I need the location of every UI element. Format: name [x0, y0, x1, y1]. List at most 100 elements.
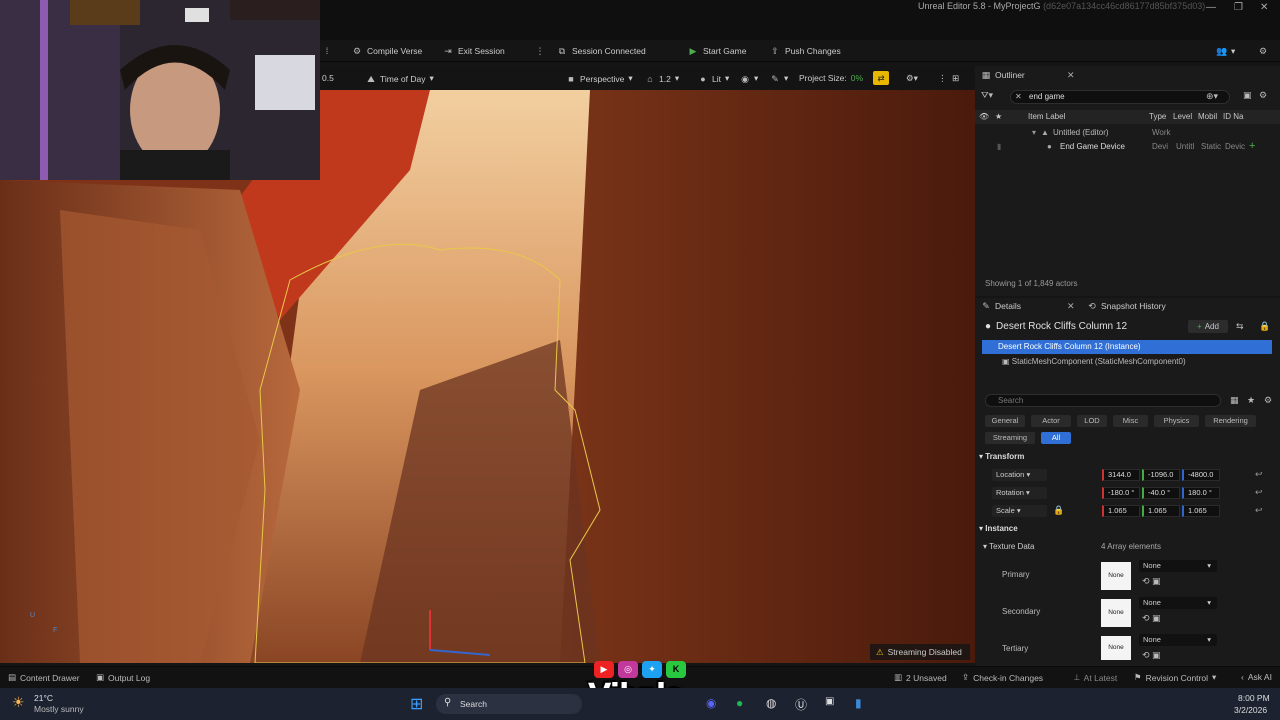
browse-icon[interactable]: ⟲ ▣ — [1142, 576, 1161, 587]
filter-physics[interactable]: Physics — [1154, 415, 1199, 427]
revision-control-button[interactable]: ⚑ Revision Control ▾ — [1134, 672, 1216, 683]
filter-general[interactable]: General — [985, 415, 1025, 427]
tab-outliner[interactable]: ▦ Outliner — [981, 70, 1025, 80]
reset-rotation-icon[interactable]: ↩ — [1255, 487, 1263, 498]
details-search-input[interactable]: Search — [985, 394, 1221, 407]
add-filter-icon[interactable]: ⊕▾ — [1206, 91, 1218, 102]
minimize-icon[interactable]: — — [1206, 2, 1216, 13]
filter-misc[interactable]: Misc — [1113, 415, 1148, 427]
texture-secondary-dropdown[interactable]: None ▾ — [1139, 597, 1217, 609]
viewport-more-icon[interactable]: ⋮ — [938, 73, 947, 84]
rotation-z[interactable]: 180.0 ° — [1182, 487, 1220, 499]
start-game-button[interactable]: ▶ Start Game — [688, 44, 747, 58]
check-in-button[interactable]: ⇪ Check-in Changes — [962, 672, 1043, 683]
location-z[interactable]: -4800.0 — [1182, 469, 1220, 481]
details-settings-icon[interactable]: ⚙ — [1264, 395, 1272, 406]
transform-section[interactable]: ▾ Transform — [979, 452, 1024, 461]
spotify-icon[interactable]: ● — [736, 696, 743, 710]
blueprint-icon[interactable]: ⇆ — [1236, 321, 1244, 332]
fov-dropdown[interactable]: ⌂ 1.2 ▾ — [645, 73, 679, 84]
scale-y[interactable]: 1.065 — [1142, 505, 1180, 517]
browse-icon[interactable]: ⟲ ▣ — [1142, 613, 1161, 624]
filter-rendering[interactable]: Rendering — [1205, 415, 1256, 427]
tab-snapshot-history[interactable]: ⟲ Snapshot History — [1087, 301, 1166, 311]
folder-icon[interactable]: ▣ — [1243, 90, 1252, 101]
browse-icon[interactable]: ⟲ ▣ — [1142, 650, 1161, 661]
weather-text[interactable]: Mostly sunny — [34, 704, 84, 714]
close-details-icon[interactable]: ✕ — [1067, 301, 1075, 312]
close-outliner-icon[interactable]: ✕ — [1067, 70, 1075, 81]
table-view-icon[interactable]: ▦ — [1230, 395, 1239, 406]
filter-streaming[interactable]: Streaming — [985, 432, 1035, 444]
rotation-x[interactable]: -180.0 ° — [1102, 487, 1140, 499]
clock-time[interactable]: 8:00 PM — [1238, 693, 1270, 703]
texture-primary-thumbnail[interactable]: None — [1101, 562, 1131, 590]
view-mode-dropdown[interactable]: ● Lit ▾ — [698, 73, 729, 84]
filter-actor[interactable]: Actor — [1031, 415, 1071, 427]
scale-z[interactable]: 1.065 — [1182, 505, 1220, 517]
instance-section[interactable]: ▾ Instance — [979, 524, 1018, 533]
rotation-y[interactable]: -40.0 ° — [1142, 487, 1180, 499]
viewport-settings-icon[interactable]: ⚙▾ — [906, 73, 918, 84]
col-id-name[interactable]: ID Na — [1223, 112, 1243, 121]
session-connected-button[interactable]: ⧉ Session Connected — [557, 44, 646, 58]
outliner-search-input[interactable]: ✕ end game ⊕▾ — [1010, 90, 1230, 104]
location-x[interactable]: 3144.0 — [1102, 469, 1140, 481]
pin-icon[interactable]: ★ — [995, 112, 1002, 121]
epic-icon[interactable]: ▣ — [825, 696, 834, 707]
filter-lod[interactable]: LOD — [1077, 415, 1107, 427]
location-dropdown[interactable]: Location ▾ — [992, 469, 1047, 481]
component-row[interactable]: ▣ StaticMeshComponent (StaticMeshCompone… — [1002, 357, 1186, 366]
time-of-day-button[interactable]: ⛰ Time of Day ▾ — [366, 73, 434, 84]
add-icon[interactable]: + — [1249, 140, 1255, 152]
show-dropdown[interactable]: ◉ ▾ — [740, 73, 758, 84]
clock-date[interactable]: 3/2/2026 — [1234, 705, 1267, 715]
texture-secondary-thumbnail[interactable]: None — [1101, 599, 1131, 627]
col-type[interactable]: Type — [1149, 112, 1166, 121]
fortnite-icon[interactable]: ▮ — [855, 696, 862, 710]
more-options-icon[interactable]: ⋮ — [535, 44, 545, 58]
snap-toggle-icon[interactable]: ⇄ — [873, 71, 889, 85]
texture-tertiary-thumbnail[interactable]: None — [1101, 636, 1131, 660]
visibility-toggle-icon[interactable]: ▮ — [997, 142, 1001, 151]
clear-search-icon[interactable]: ✕ — [1015, 92, 1022, 101]
scale-dropdown[interactable]: Scale ▾ — [992, 505, 1047, 517]
unsaved-button[interactable]: ▥ 2 Unsaved — [894, 672, 947, 683]
col-item-label[interactable]: Item Label — [1028, 112, 1065, 121]
star-icon[interactable]: ★ — [1247, 395, 1255, 406]
users-button[interactable]: 👥 ▾ — [1216, 44, 1235, 58]
instance-row[interactable]: Desert Rock Cliffs Column 12 (Instance) — [982, 340, 1272, 354]
perspective-dropdown[interactable]: ■ Perspective ▾ — [566, 73, 632, 84]
exit-session-button[interactable]: ⇥ Exit Session — [443, 44, 505, 58]
texture-data-row[interactable]: ▾ Texture Data — [983, 542, 1034, 551]
filter-all[interactable]: All — [1041, 432, 1071, 444]
push-changes-button[interactable]: ⇪ Push Changes — [770, 44, 841, 58]
scale-x[interactable]: 1.065 — [1102, 505, 1140, 517]
temperature[interactable]: 21°C — [34, 693, 53, 703]
close-icon[interactable]: ✕ — [1260, 2, 1268, 13]
settings-button[interactable]: ⚙ — [1258, 44, 1268, 58]
ask-ai-button[interactable]: ‹ Ask AI — [1241, 672, 1272, 682]
location-y[interactable]: -1096.0 — [1142, 469, 1180, 481]
col-level[interactable]: Level — [1173, 112, 1192, 121]
lock-icon[interactable]: 🔒 — [1259, 321, 1270, 332]
col-mobility[interactable]: Mobil — [1198, 112, 1217, 121]
visibility-icon[interactable]: 👁 — [979, 112, 989, 121]
output-log-button[interactable]: ▣ Output Log — [96, 672, 150, 683]
scale-lock-icon[interactable]: 🔒 — [1053, 505, 1064, 516]
expand-icon[interactable]: ▾ — [1032, 128, 1036, 137]
reset-location-icon[interactable]: ↩ — [1255, 469, 1263, 480]
add-component-button[interactable]: + Add — [1188, 320, 1228, 333]
weather-icon[interactable]: ☀ — [12, 694, 25, 711]
compile-verse-button[interactable]: ⚙ Compile Verse — [352, 44, 422, 58]
transform-tools[interactable]: ✎ ▾ — [770, 73, 788, 84]
content-drawer-button[interactable]: ▤ Content Drawer — [8, 672, 80, 683]
unreal-icon[interactable]: Ⓤ — [795, 696, 807, 713]
layout-icon[interactable]: ⊞ — [952, 73, 959, 84]
chrome-icon[interactable]: ◍ — [766, 696, 776, 710]
restore-icon[interactable]: ❐ — [1234, 2, 1243, 13]
texture-tertiary-dropdown[interactable]: None ▾ — [1139, 634, 1217, 646]
rotation-dropdown[interactable]: Rotation ▾ — [992, 487, 1047, 499]
texture-primary-dropdown[interactable]: None ▾ — [1139, 560, 1217, 572]
tab-details[interactable]: ✎ Details — [981, 301, 1021, 311]
